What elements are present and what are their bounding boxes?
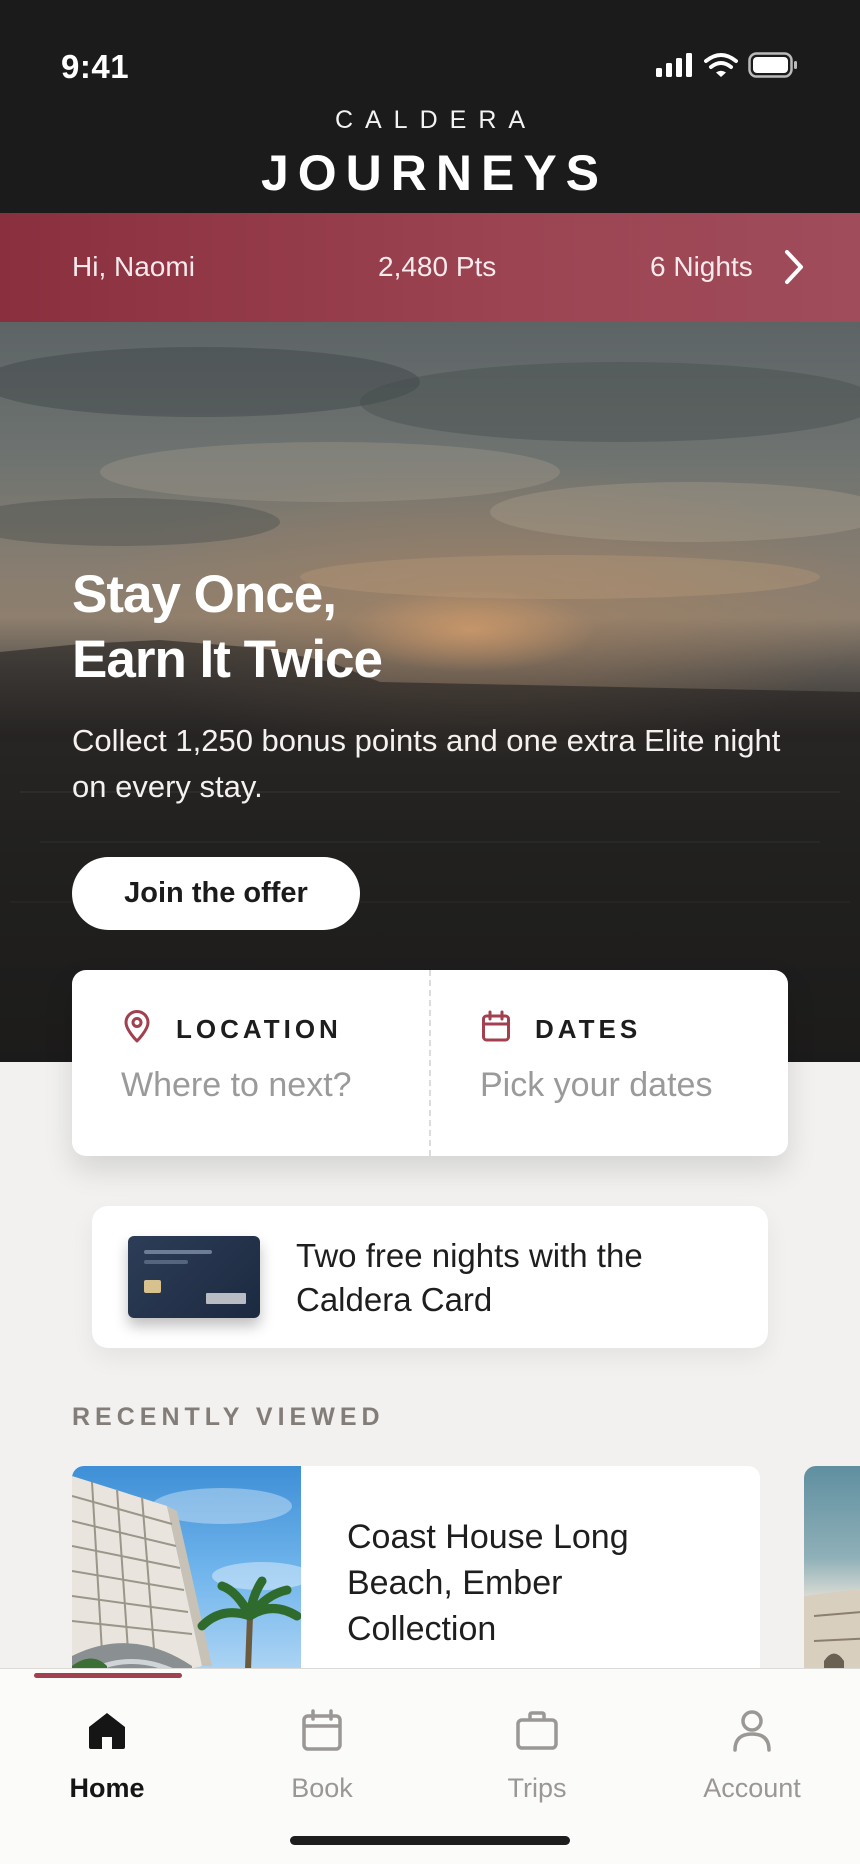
location-label: LOCATION (176, 1014, 342, 1044)
home-indicator[interactable] (290, 1836, 570, 1845)
credit-card-image (128, 1236, 260, 1318)
hero-title-line-2: Earn It Twice (72, 630, 383, 689)
location-pin-icon (124, 1010, 150, 1043)
hero-title-line-1: Stay Once, (72, 565, 337, 624)
brand-title: JOURNEYS (260, 145, 609, 201)
hero-background-image (0, 347, 860, 1062)
hotel-name: Coast House Long Beach, Ember Collection (347, 1518, 629, 1648)
tab-account[interactable]: Account (662, 1707, 842, 1804)
recently-viewed-card-next[interactable] (804, 1466, 860, 1696)
tab-trips-label: Trips (507, 1773, 567, 1803)
calendar-icon (302, 1709, 342, 1751)
tab-account-label: Account (703, 1773, 801, 1803)
dates-input[interactable] (480, 1066, 770, 1105)
hotel-photo (72, 1466, 301, 1696)
wifi-icon (704, 53, 738, 77)
status-icons (656, 52, 798, 78)
tab-book[interactable]: Book (232, 1707, 412, 1804)
search-card: LOCATION DATES (72, 970, 788, 1156)
brand-subtitle: CALDERA (334, 106, 538, 134)
location-input[interactable] (121, 1066, 411, 1105)
member-greeting: Hi, Naomi (72, 251, 195, 282)
tab-home[interactable]: Home (17, 1707, 197, 1804)
recently-viewed-title: RECENTLY VIEWED (72, 1403, 385, 1431)
member-summary-bar[interactable]: Hi, Naomi 2,480 Pts 6 Nights (0, 213, 860, 322)
promo-text: Two free nights with the Caldera Card (296, 1237, 643, 1318)
tab-bar: Home Book Trips Account (0, 1668, 860, 1864)
app-screen: 9:41 CALDERA JOURNEYS Hi, Naomi 2,480 Pt… (0, 0, 860, 1864)
cellular-signal-icon (656, 53, 692, 77)
person-icon (733, 1710, 771, 1752)
dates-label: DATES (535, 1014, 642, 1044)
briefcase-icon (516, 1711, 558, 1750)
tab-home-label: Home (69, 1773, 145, 1803)
recently-viewed-card[interactable]: Coast House Long Beach, Ember Collection (72, 1466, 760, 1696)
battery-icon (748, 52, 797, 78)
join-offer-button[interactable]: Join the offer (72, 857, 360, 930)
tab-trips[interactable]: Trips (447, 1707, 627, 1804)
home-icon (89, 1713, 125, 1749)
status-time: 9:41 (61, 48, 130, 85)
hero-banner: Stay Once, Earn It Twice Collect 1,250 b… (0, 322, 860, 1062)
active-tab-indicator (34, 1673, 182, 1678)
hero-title: Stay Once, Earn It Twice (72, 562, 383, 692)
member-nights: 6 Nights (650, 251, 753, 282)
dates-field[interactable]: DATES (429, 970, 788, 1156)
calendar-icon (482, 1010, 510, 1042)
top-bar: 9:41 CALDERA JOURNEYS (0, 0, 860, 213)
member-points: 2,480 Pts (378, 251, 497, 282)
caldera-card-promo[interactable]: Two free nights with the Caldera Card (92, 1206, 768, 1348)
location-field[interactable]: LOCATION (72, 970, 429, 1156)
hero-subtitle: Collect 1,250 bonus points and one extra… (72, 723, 781, 804)
chevron-right-icon[interactable] (780, 247, 808, 287)
tab-book-label: Book (291, 1773, 353, 1803)
